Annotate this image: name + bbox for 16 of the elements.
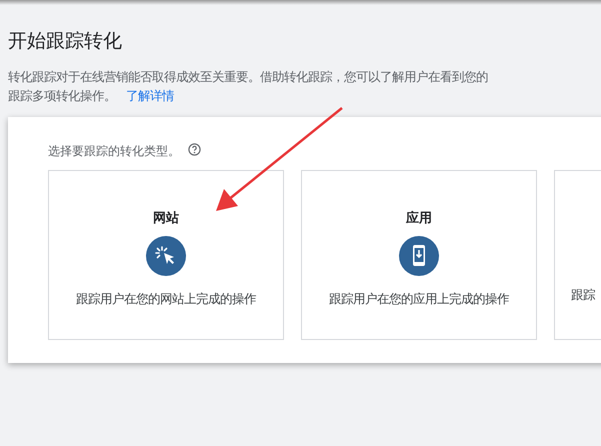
cursor-click-icon	[146, 236, 186, 276]
learn-more-link[interactable]: 了解详情	[126, 86, 174, 105]
card-description: 跟踪用户在您的应用上完成的操作	[329, 291, 509, 308]
intro-text: 跟踪多项转化操作。	[8, 87, 116, 105]
page-title: 开始跟踪转化	[8, 29, 123, 53]
card-description: 跟踪	[571, 287, 595, 304]
conversion-type-card[interactable]: 应用 跟踪用户在您的应用上完成的操作	[301, 170, 537, 340]
conversion-type-card[interactable]: 网站 跟踪用户在您的网站上完成的操作	[48, 170, 284, 340]
help-icon[interactable]	[188, 143, 201, 156]
phone-download-icon	[399, 236, 439, 276]
prompt-text: 选择要跟踪的转化类型。	[48, 143, 180, 160]
card-title: 网站	[153, 210, 179, 227]
conversion-type-card[interactable]: 跟踪	[554, 170, 601, 340]
card-title: 应用	[406, 210, 432, 227]
card-description: 跟踪用户在您的网站上完成的操作	[76, 291, 256, 308]
intro-text: 转化跟踪对于在线营销能否取得成效至关重要。借助转化跟踪，您可以了解用户在看到您的	[8, 68, 489, 86]
